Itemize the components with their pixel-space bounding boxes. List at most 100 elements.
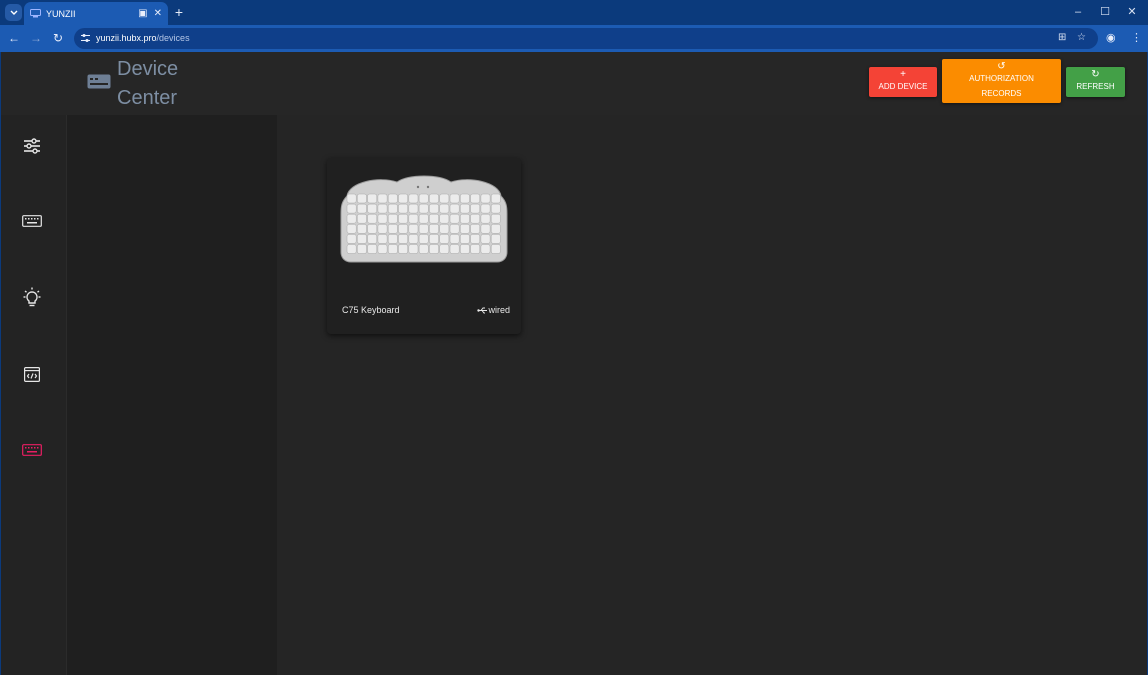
keycap [377,203,388,214]
translate-icon[interactable]: ⊞ [1058,32,1066,43]
tab-title: YUNZII [46,8,76,19]
keycap [429,203,439,214]
sidebar-item-lighting[interactable] [19,284,45,310]
keycap [470,203,481,214]
keycap [418,234,429,244]
keycap [408,193,419,204]
keycap [470,213,481,224]
add-device-button[interactable]: + ADD DEVICE [869,67,937,97]
keycap [418,193,429,204]
authorization-records-button[interactable]: ↺ AUTHORIZATION RECORDS [942,59,1061,103]
keycap [490,244,501,254]
keycap [470,193,481,204]
sub-panel [66,115,277,675]
forward-icon[interactable]: → [29,31,43,45]
keycap [387,193,398,204]
site-info-icon[interactable] [81,33,90,43]
chevron-down-icon [10,10,17,15]
url-text: yunzii.hubx.pro/devices [96,33,190,43]
keycap [367,224,378,234]
keycap [398,224,408,234]
keycap [398,213,408,224]
sidebar-item-settings[interactable] [19,133,45,159]
keycap [377,213,388,224]
tab-media-icon[interactable]: ▣ [138,8,147,19]
keycap [449,234,460,244]
keycap [357,213,367,224]
keycap [490,224,501,234]
keycap [367,244,378,254]
keycap [357,224,367,234]
keycap [480,244,491,254]
sidebar-item-macro[interactable] [19,361,45,387]
keycap [470,224,481,234]
minimize-icon[interactable]: – [1072,5,1084,19]
keycap [429,244,439,254]
keycap [377,234,388,244]
keycap [377,193,388,204]
keycap [439,244,450,254]
keycap [449,193,460,204]
keycap [470,234,481,244]
keycap [387,224,398,234]
keycap [439,234,450,244]
keycap [439,224,450,234]
device-name: C75 Keyboard [342,305,400,315]
keycap [429,224,439,234]
keycap [429,213,439,224]
keycap [418,244,429,254]
keycap [357,244,367,254]
close-window-icon[interactable]: ✕ [1126,5,1138,19]
keycap [480,234,491,244]
keycap [460,203,470,214]
keycap [346,193,357,204]
history-icon: ↺ [997,60,1006,72]
sidebar-item-devices[interactable] [19,437,45,463]
sidebar [1,115,66,675]
keycap [387,213,398,224]
keycap [398,244,408,254]
new-tab-button[interactable]: + [172,3,186,21]
back-icon[interactable]: ← [7,31,21,45]
keycap [408,203,419,214]
keycap [398,234,408,244]
keycap [418,224,429,234]
reload-icon[interactable]: ↻ [51,31,65,45]
device-card[interactable]: C75 Keyboard wired [327,158,521,334]
app-header: Device Center + ADD DEVICE ↺ AUTHORIZATI… [1,52,1147,115]
keycap [398,203,408,214]
tab-close-icon[interactable]: ✕ [154,8,162,19]
keycap [418,213,429,224]
keycap [408,244,419,254]
keycap [490,203,501,214]
keycap [490,213,501,224]
profile-icon[interactable]: ◉ [1106,31,1116,45]
sidebar-item-keymap[interactable] [19,208,45,234]
browser-tab[interactable]: YUNZII ▣ ✕ [24,2,168,25]
refresh-icon: ↻ [1091,69,1100,80]
keycap [346,213,357,224]
maximize-icon[interactable]: ☐ [1099,5,1111,19]
keycap [490,193,501,204]
keycap [460,244,470,254]
keycap [377,224,388,234]
keycap [398,193,408,204]
bookmark-star-icon[interactable]: ☆ [1077,32,1086,43]
keycap [367,193,378,204]
connection-status: wired [477,305,510,315]
code-window-icon [24,366,40,382]
usb-icon [477,307,488,313]
plus-icon: + [900,69,906,80]
refresh-button[interactable]: ↻ REFRESH [1066,67,1125,97]
address-bar[interactable]: yunzii.hubx.pro/devices ⊞ ☆ [74,28,1098,49]
keycap [460,193,470,204]
tab-search-button[interactable] [5,4,22,21]
keycap [418,203,429,214]
keycap [460,234,470,244]
device-icon [87,74,111,89]
keycap [377,244,388,254]
keycap [357,203,367,214]
menu-kebab-icon[interactable]: ⋮ [1131,31,1142,45]
browser-titlebar: YUNZII ▣ ✕ + – ☐ ✕ [0,0,1148,25]
keycap [429,193,439,204]
